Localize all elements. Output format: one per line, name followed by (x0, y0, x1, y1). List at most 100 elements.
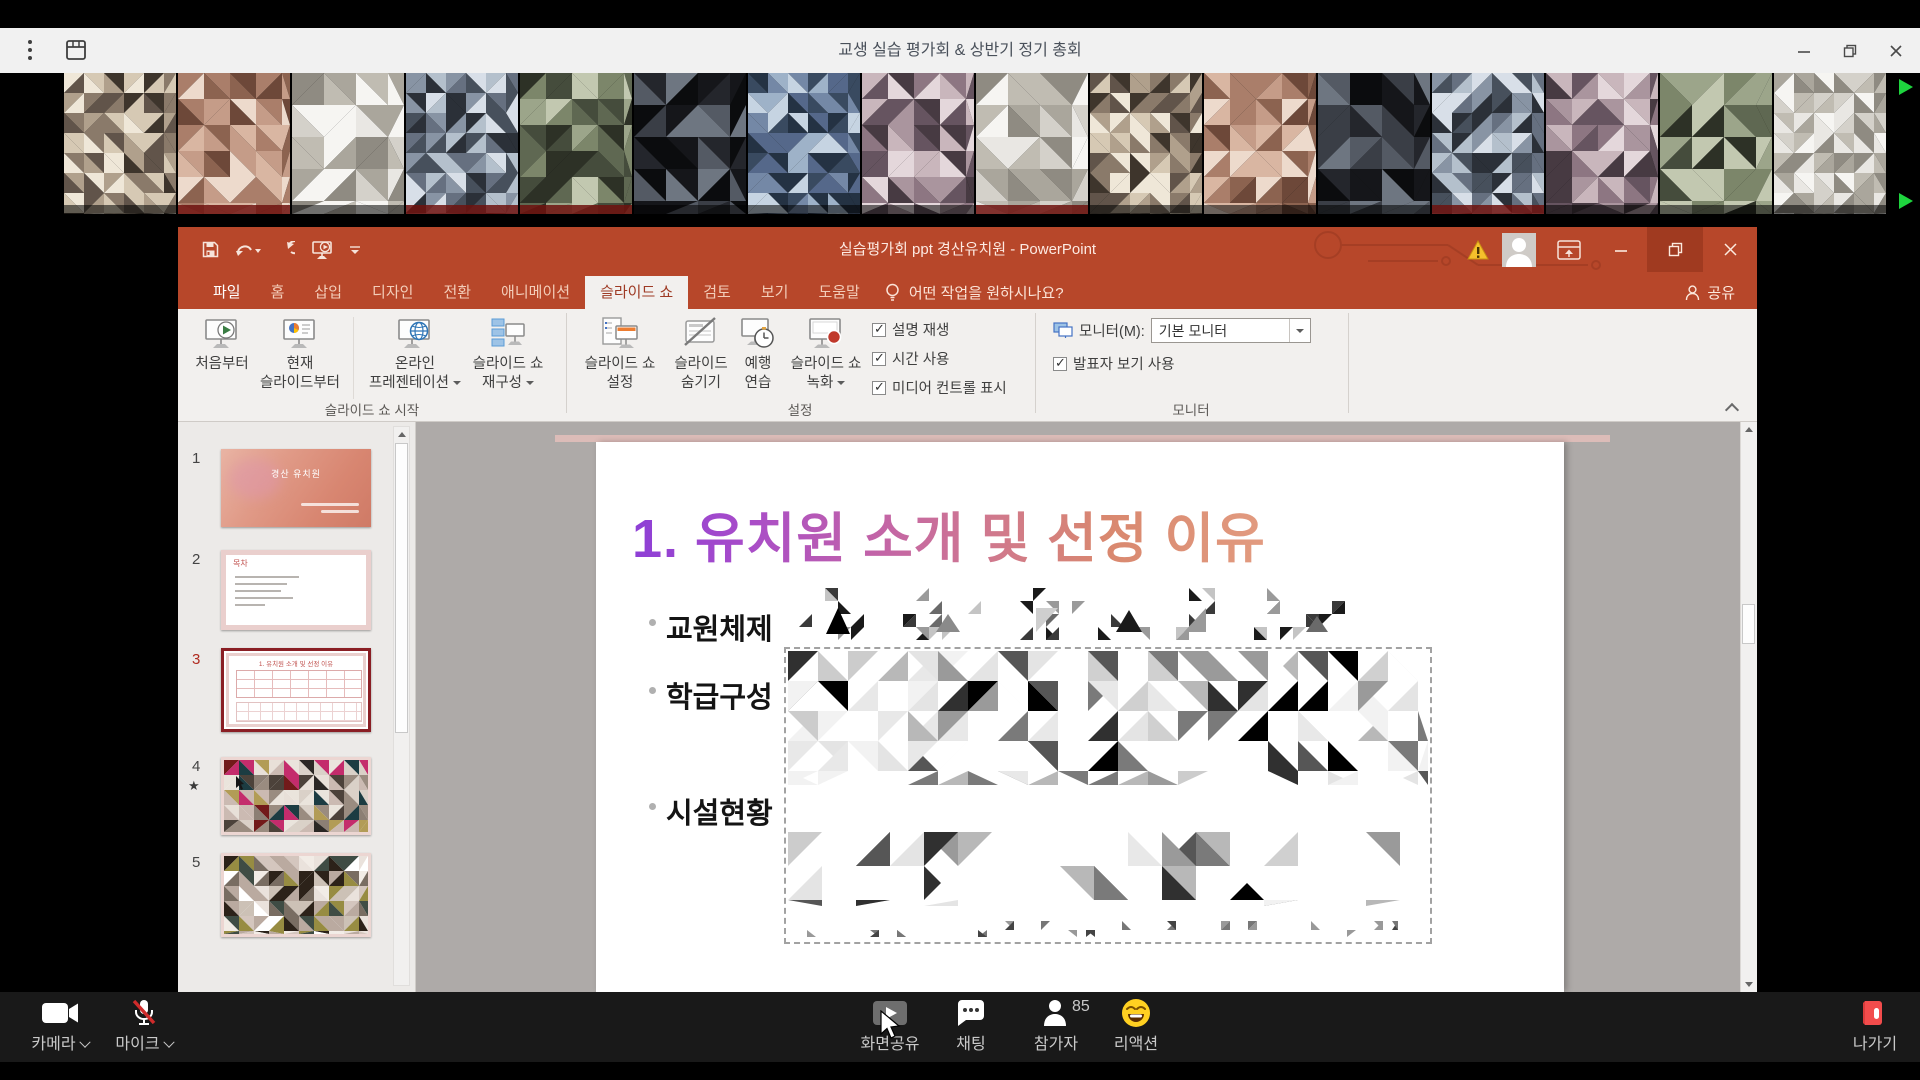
participant-video[interactable] (64, 73, 176, 214)
censored-table-mosaic (788, 832, 1428, 911)
participant-name-bar (178, 205, 290, 214)
custom-slideshow-button[interactable]: 슬라이드 쇼재구성 (460, 315, 556, 393)
present-online-button[interactable]: 온라인프레젠테이션 (364, 315, 466, 393)
monitor-dropdown[interactable]: 기본 모니터 (1151, 318, 1311, 343)
participant-name-bar (976, 205, 1088, 214)
monitor-icon (1053, 322, 1073, 339)
camera-button[interactable]: 카메라 (18, 998, 102, 1054)
tab-view[interactable]: 보기 (746, 276, 804, 309)
slide-frame-edge (555, 435, 1610, 442)
slide-thumbnail-2[interactable]: 목차 (221, 550, 371, 630)
checkbox-icon (1053, 357, 1067, 371)
tab-animations[interactable]: 애니메이션 (486, 276, 585, 309)
participant-video[interactable] (178, 73, 290, 214)
ppt-restore-button[interactable] (1647, 227, 1703, 272)
powerpoint-body: 1 경산 유치원 2 목차 (178, 422, 1757, 992)
participant-name-bar (406, 205, 518, 214)
participant-video[interactable] (1546, 73, 1658, 214)
scroll-up-icon[interactable] (394, 427, 409, 442)
slide-thumbnail-3-selected[interactable]: 1. 유치원 소개 및 선정 이유 (221, 648, 371, 732)
meeting-app-window: 교생 실습 평가회 & 상반기 정기 총회 (0, 0, 1920, 1080)
close-button[interactable] (1888, 43, 1904, 59)
slide-thumbnail-4[interactable] (221, 757, 371, 835)
participant-video[interactable] (976, 73, 1088, 214)
participant-count: 85 (1072, 998, 1090, 1016)
participant-video[interactable] (1090, 73, 1202, 214)
participants-button[interactable]: 85 참가자 (1014, 998, 1098, 1054)
thumb3-title: 1. 유치원 소개 및 선정 이유 (229, 658, 363, 668)
participant-video[interactable] (1432, 73, 1544, 214)
participant-video-strip (0, 73, 1920, 214)
collapse-ribbon-button[interactable] (1722, 397, 1744, 415)
group-label-start: 슬라이드 쇼 시작 (325, 399, 419, 419)
warning-icon[interactable] (1461, 227, 1495, 272)
slide-thumbnail-1[interactable]: 경산 유치원 (221, 449, 371, 527)
tab-home[interactable]: 홈 (256, 276, 300, 309)
chevron-down-icon[interactable] (79, 1037, 90, 1048)
tab-insert[interactable]: 삽입 (299, 276, 357, 309)
participant-video[interactable] (1660, 73, 1772, 214)
editor-scrollbar[interactable] (1740, 422, 1757, 992)
tab-file[interactable]: 파일 (198, 276, 256, 309)
slide-editor: 1. 유치원 소개 및 선정 이유 교원체제 학급구성 시설현황 (416, 422, 1757, 992)
tab-help[interactable]: 도움말 (803, 276, 874, 309)
checkbox-use-timings[interactable]: 시간 사용 (872, 348, 949, 369)
checkbox-show-media-controls[interactable]: 미디어 컨트롤 표시 (872, 377, 1007, 398)
participant-video[interactable] (634, 73, 746, 214)
participant-video[interactable] (862, 73, 974, 214)
participant-video[interactable] (292, 73, 404, 214)
restore-button[interactable] (1842, 43, 1858, 59)
checkbox-icon (872, 352, 886, 366)
ribbon-display-options-button[interactable] (1543, 227, 1595, 272)
dropdown-caret-icon (1289, 319, 1310, 342)
chat-button[interactable]: 채팅 (938, 998, 1004, 1054)
tab-slideshow[interactable]: 슬라이드 쇼 (585, 276, 688, 309)
scroll-down-icon[interactable] (1741, 977, 1757, 992)
minimize-button[interactable] (1796, 43, 1812, 59)
participant-video[interactable] (748, 73, 860, 214)
chat-icon (955, 999, 987, 1027)
thumb1-title: 경산 유치원 (221, 467, 371, 480)
checkbox-play-narrations[interactable]: 설명 재생 (872, 319, 949, 340)
participant-name-bar (1546, 205, 1658, 214)
tell-me-box[interactable]: 어떤 작업을 원하시나요? (885, 276, 1064, 309)
reactions-button[interactable]: 리액션 (1100, 998, 1172, 1054)
scrollbar-thumb[interactable] (395, 443, 408, 733)
account-avatar[interactable] (1495, 227, 1543, 272)
participant-name-bar (64, 205, 176, 214)
participant-video[interactable] (520, 73, 632, 214)
record-slideshow-button[interactable]: 슬라이드 쇼녹화 (782, 315, 870, 393)
monitor-play-icon (203, 315, 241, 353)
thumbnail-scrollbar[interactable] (393, 426, 410, 986)
chevron-down-icon[interactable] (163, 1037, 174, 1048)
setup-slideshow-button[interactable]: 슬라이드 쇼설정 (574, 315, 666, 393)
share-indicator-arrow (1898, 78, 1914, 96)
scrollbar-thumb[interactable] (1742, 604, 1755, 644)
participant-video[interactable] (1774, 73, 1886, 214)
rehearse-timings-button[interactable]: 예행연습 (734, 315, 782, 393)
hide-slide-button[interactable]: 슬라이드숨기기 (664, 315, 738, 393)
share-person-icon (1685, 285, 1700, 301)
participant-video[interactable] (406, 73, 518, 214)
checkbox-presenter-view[interactable]: 발표자 보기 사용 (1053, 353, 1174, 374)
tab-review[interactable]: 검토 (688, 276, 746, 309)
ppt-minimize-button[interactable] (1595, 227, 1647, 272)
from-current-slide-button[interactable]: 현재슬라이드부터 (254, 315, 346, 393)
camera-icon (41, 1001, 79, 1025)
leave-button[interactable]: 나가기 (1838, 998, 1912, 1054)
selected-placeholder[interactable] (784, 647, 1432, 944)
mic-button-muted[interactable]: 마이크 (104, 998, 184, 1054)
from-beginning-button[interactable]: 처음부터 (180, 315, 264, 374)
tab-transitions[interactable]: 전환 (428, 276, 486, 309)
ppt-close-button[interactable] (1703, 227, 1757, 272)
scroll-up-icon[interactable] (1741, 422, 1757, 437)
participant-name-bar (1318, 205, 1430, 214)
slide-number: 2 (192, 551, 200, 568)
share-button[interactable]: 공유 (1685, 276, 1735, 309)
tab-design[interactable]: 디자인 (357, 276, 428, 309)
slide-thumbnail-5[interactable] (221, 853, 371, 937)
group-label-monitor: 모니터 (1172, 399, 1209, 419)
current-slide-canvas[interactable]: 1. 유치원 소개 및 선정 이유 교원체제 학급구성 시설현황 (596, 442, 1564, 992)
participant-video[interactable] (1204, 73, 1316, 214)
participant-video[interactable] (1318, 73, 1430, 214)
